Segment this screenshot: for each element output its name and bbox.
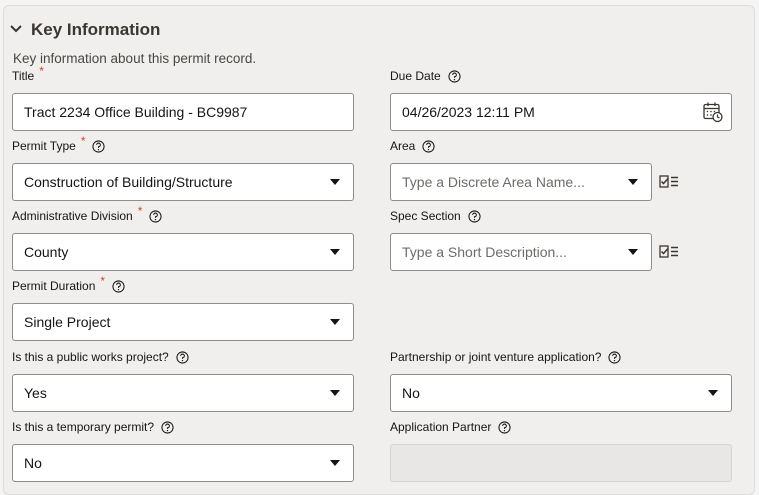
required-marker: * xyxy=(39,64,44,78)
spec-section-label: Spec Section xyxy=(390,208,481,224)
spec-section-select[interactable]: Type a Short Description... xyxy=(390,233,652,271)
key-information-panel: Key Information Key information about th… xyxy=(3,5,755,495)
help-icon[interactable] xyxy=(422,139,435,153)
public-works-label-text: Is this a public works project? xyxy=(12,350,169,364)
chevron-down-icon xyxy=(10,25,22,33)
public-works-value: Yes xyxy=(24,385,47,401)
dropdown-caret-icon[interactable] xyxy=(329,318,341,326)
temporary-permit-select[interactable]: No xyxy=(12,444,354,482)
help-icon[interactable] xyxy=(448,69,461,83)
admin-division-label-text: Administrative Division xyxy=(12,209,133,223)
dropdown-caret-icon[interactable] xyxy=(627,248,639,256)
temporary-permit-label-text: Is this a temporary permit? xyxy=(12,420,155,434)
permit-duration-label-text: Permit Duration xyxy=(12,279,96,293)
title-input[interactable]: Tract 2234 Office Building - BC9987 xyxy=(12,93,354,131)
application-partner-field xyxy=(390,444,732,482)
partnership-label: Partnership or joint venture application… xyxy=(390,349,622,365)
partnership-value: No xyxy=(402,385,420,401)
permit-duration-label: Permit Duration * xyxy=(12,274,125,294)
help-icon[interactable] xyxy=(498,420,511,434)
permit-type-value: Construction of Building/Structure xyxy=(24,174,233,190)
help-icon[interactable] xyxy=(112,279,125,293)
due-date-label-text: Due Date xyxy=(390,69,441,83)
help-icon[interactable] xyxy=(149,209,162,223)
spec-section-label-text: Spec Section xyxy=(390,209,461,223)
list-select-icon[interactable] xyxy=(659,245,679,259)
help-icon[interactable] xyxy=(176,350,189,364)
dropdown-caret-icon[interactable] xyxy=(329,389,341,397)
title-label-text: Title xyxy=(12,69,35,83)
dropdown-caret-icon[interactable] xyxy=(329,178,341,186)
dropdown-caret-icon[interactable] xyxy=(627,178,639,186)
spec-section-placeholder: Type a Short Description... xyxy=(402,244,567,260)
permit-type-label-text: Permit Type xyxy=(12,139,76,153)
dropdown-caret-icon[interactable] xyxy=(329,248,341,256)
required-marker: * xyxy=(100,274,106,288)
permit-type-select[interactable]: Construction of Building/Structure xyxy=(12,163,354,201)
permit-duration-value: Single Project xyxy=(24,314,111,330)
help-icon[interactable] xyxy=(468,209,481,223)
help-icon[interactable] xyxy=(161,420,174,434)
area-label-text: Area xyxy=(390,139,416,153)
dropdown-caret-icon[interactable] xyxy=(329,459,341,467)
area-label: Area xyxy=(390,138,435,154)
required-marker: * xyxy=(137,204,143,218)
list-select-icon[interactable] xyxy=(659,175,679,189)
section-title: Key Information xyxy=(31,20,161,39)
permit-duration-select[interactable]: Single Project xyxy=(12,303,354,341)
admin-division-value: County xyxy=(24,244,69,260)
dropdown-caret-icon[interactable] xyxy=(707,389,719,397)
section-collapse-toggle[interactable] xyxy=(9,19,23,39)
application-partner-label: Application Partner xyxy=(390,419,511,435)
section-description: Key information about this permit record… xyxy=(13,51,257,66)
admin-division-label: Administrative Division * xyxy=(12,204,162,224)
help-icon[interactable] xyxy=(608,350,622,364)
temporary-permit-value: No xyxy=(24,455,42,471)
public-works-select[interactable]: Yes xyxy=(12,374,354,412)
public-works-label: Is this a public works project? xyxy=(12,349,189,365)
application-partner-label-text: Application Partner xyxy=(390,420,492,434)
due-date-value: 04/26/2023 12:11 PM xyxy=(402,104,535,120)
due-date-input[interactable]: 04/26/2023 12:11 PM xyxy=(390,93,732,131)
title-label: Title * xyxy=(12,64,44,84)
due-date-label: Due Date xyxy=(390,68,461,84)
admin-division-select[interactable]: County xyxy=(12,233,354,271)
partnership-label-text: Partnership or joint venture application… xyxy=(390,350,602,364)
title-value: Tract 2234 Office Building - BC9987 xyxy=(24,104,248,120)
help-icon[interactable] xyxy=(92,139,106,153)
permit-type-label: Permit Type * xyxy=(12,134,106,154)
area-select[interactable]: Type a Discrete Area Name... xyxy=(390,163,652,201)
calendar-icon[interactable] xyxy=(702,101,724,123)
area-placeholder: Type a Discrete Area Name... xyxy=(402,174,585,190)
required-marker: * xyxy=(80,134,86,148)
partnership-select[interactable]: No xyxy=(390,374,732,412)
temporary-permit-label: Is this a temporary permit? xyxy=(12,419,174,435)
